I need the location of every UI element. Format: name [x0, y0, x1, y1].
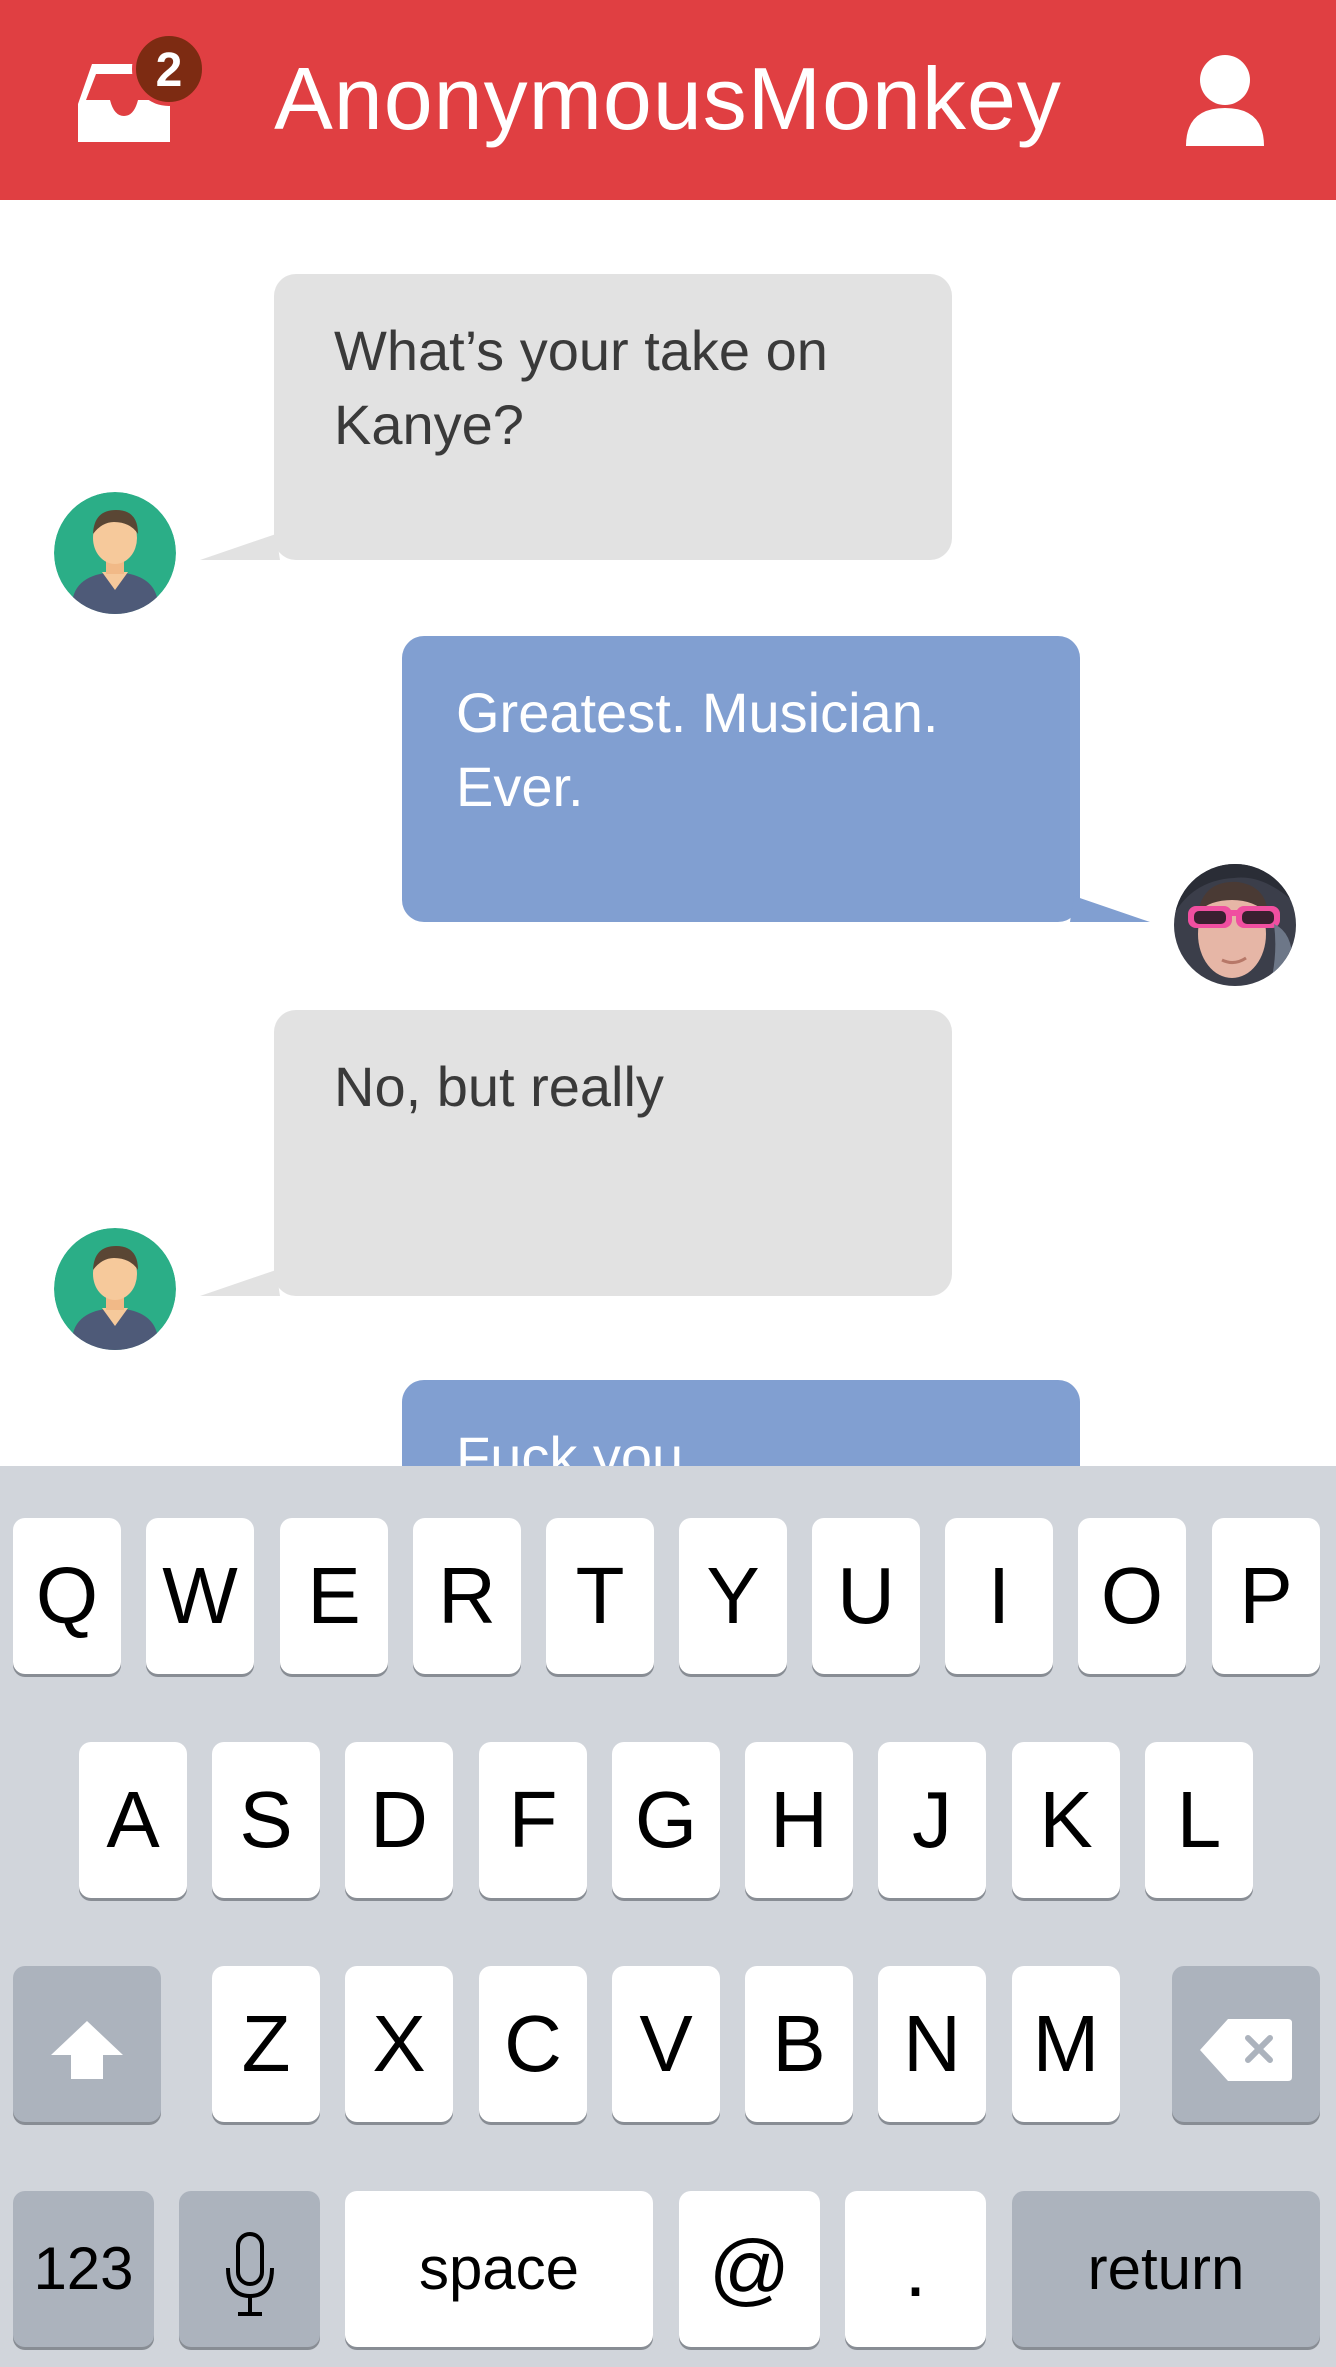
key-l[interactable]: L — [1145, 1742, 1253, 1898]
key-x[interactable]: X — [345, 1966, 453, 2122]
page-title: AnonymousMonkey — [274, 49, 1062, 148]
space-key[interactable]: space — [345, 2191, 653, 2347]
key-b[interactable]: B — [745, 1966, 853, 2122]
message-text: Greatest. Musician. — [456, 681, 939, 744]
key-e[interactable]: E — [280, 1518, 388, 1674]
key-w[interactable]: W — [146, 1518, 254, 1674]
key-m[interactable]: M — [1012, 1966, 1120, 2122]
generic-user-avatar-icon — [54, 492, 176, 614]
key-z[interactable]: Z — [212, 1966, 320, 2122]
at-key[interactable]: @ — [679, 2191, 820, 2347]
key-o[interactable]: O — [1078, 1518, 1186, 1674]
user-photo-icon — [1174, 864, 1296, 986]
key-c[interactable]: C — [479, 1966, 587, 2122]
key-d[interactable]: D — [345, 1742, 453, 1898]
backspace-icon — [1200, 2018, 1292, 2081]
shift-key[interactable] — [13, 1966, 161, 2122]
chat-thread: What’s your take on Kanye? Greatest. Mus… — [0, 200, 1336, 1466]
key-s[interactable]: S — [212, 1742, 320, 1898]
delete-key[interactable] — [1172, 1966, 1320, 2122]
numbers-key[interactable]: 123 — [13, 2191, 154, 2347]
key-v[interactable]: V — [612, 1966, 720, 2122]
key-g[interactable]: G — [612, 1742, 720, 1898]
message-bubble-outgoing: Greatest. Musician. Ever. — [402, 636, 1080, 922]
key-t[interactable]: T — [546, 1518, 654, 1674]
key-f[interactable]: F — [479, 1742, 587, 1898]
key-j[interactable]: J — [878, 1742, 986, 1898]
microphone-icon — [225, 2231, 274, 2316]
contact-avatar[interactable] — [54, 1228, 176, 1350]
profile-button[interactable] — [1182, 50, 1268, 150]
key-a[interactable]: A — [79, 1742, 187, 1898]
message-bubble-incoming: What’s your take on Kanye? — [274, 274, 952, 560]
key-n[interactable]: N — [878, 1966, 986, 2122]
microphone-key[interactable] — [179, 2191, 320, 2347]
message-bubble-outgoing: Fuck you — [402, 1380, 1080, 1466]
period-key[interactable]: . — [845, 2191, 986, 2347]
message-bubble-incoming: No, but really — [274, 1010, 952, 1296]
key-y[interactable]: Y — [679, 1518, 787, 1674]
message-text: Ever. — [456, 755, 584, 818]
key-q[interactable]: Q — [13, 1518, 121, 1674]
message-text: Kanye? — [334, 393, 524, 456]
contact-avatar[interactable] — [54, 492, 176, 614]
message-text: No, but really — [334, 1055, 664, 1118]
user-icon — [1186, 55, 1264, 146]
key-k[interactable]: K — [1012, 1742, 1120, 1898]
key-h[interactable]: H — [745, 1742, 853, 1898]
key-r[interactable]: R — [413, 1518, 521, 1674]
message-text: What’s your take on — [334, 319, 828, 382]
return-key[interactable]: return — [1012, 2191, 1320, 2347]
keyboard: Q W E R T Y U I O P A S D F G H J K L Z … — [0, 1466, 1336, 2367]
key-u[interactable]: U — [812, 1518, 920, 1674]
bubble-tail — [200, 1270, 280, 1296]
app-header: 2 AnonymousMonkey — [0, 0, 1336, 200]
message-text: Fuck you — [456, 1425, 684, 1466]
key-i[interactable]: I — [945, 1518, 1053, 1674]
shift-icon — [51, 2020, 123, 2079]
generic-user-avatar-icon — [54, 1228, 176, 1350]
self-avatar[interactable] — [1174, 864, 1296, 986]
bubble-tail — [200, 534, 280, 560]
bubble-tail — [1070, 896, 1150, 922]
key-p[interactable]: P — [1212, 1518, 1320, 1674]
